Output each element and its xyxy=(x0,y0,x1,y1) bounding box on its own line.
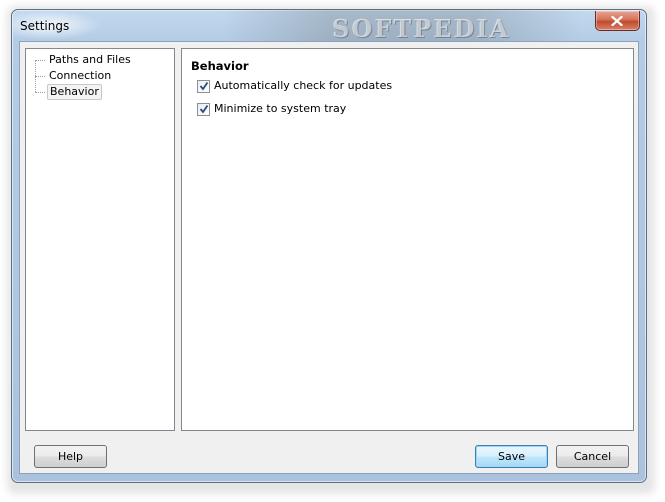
tree-connector xyxy=(35,60,45,61)
checkmark-icon xyxy=(199,81,209,90)
tree-connector xyxy=(35,92,45,93)
title-bar[interactable]: SOFTPEDIA Settings xyxy=(12,10,646,43)
tree-item-label: Connection xyxy=(49,69,112,82)
settings-tree[interactable]: Paths and Files Connection Behavior xyxy=(25,48,175,431)
settings-window: SOFTPEDIA Settings Paths and Files Conne… xyxy=(11,9,647,483)
behavior-panel: Behavior Automatically check for updates… xyxy=(181,48,634,431)
checkmark-icon xyxy=(199,104,209,113)
cancel-button[interactable]: Cancel xyxy=(556,445,629,468)
close-button[interactable] xyxy=(595,11,640,31)
auto-update-checkbox[interactable] xyxy=(197,79,210,93)
tree-item-paths-and-files[interactable]: Paths and Files xyxy=(35,52,133,68)
panel-title: Behavior xyxy=(191,59,249,73)
tree-item-behavior[interactable]: Behavior xyxy=(35,84,102,100)
help-button[interactable]: Help xyxy=(34,445,107,468)
auto-update-label[interactable]: Automatically check for updates xyxy=(214,79,392,93)
save-button[interactable]: Save xyxy=(475,445,548,468)
auto-update-option[interactable]: Automatically check for updates xyxy=(197,78,392,94)
window-title: Settings xyxy=(20,19,70,33)
tree-item-label: Behavior xyxy=(47,84,102,100)
dialog-client-area: Paths and Files Connection Behavior Beha… xyxy=(19,41,639,474)
minimize-to-tray-label[interactable]: Minimize to system tray xyxy=(214,102,346,116)
softpedia-watermark: SOFTPEDIA xyxy=(332,14,511,43)
minimize-to-tray-checkbox[interactable] xyxy=(197,102,210,116)
tree-item-connection[interactable]: Connection xyxy=(35,68,113,84)
tree-connector xyxy=(35,76,45,77)
minimize-to-tray-option[interactable]: Minimize to system tray xyxy=(197,101,346,117)
close-icon xyxy=(611,16,623,26)
tree-item-label: Paths and Files xyxy=(49,53,131,66)
